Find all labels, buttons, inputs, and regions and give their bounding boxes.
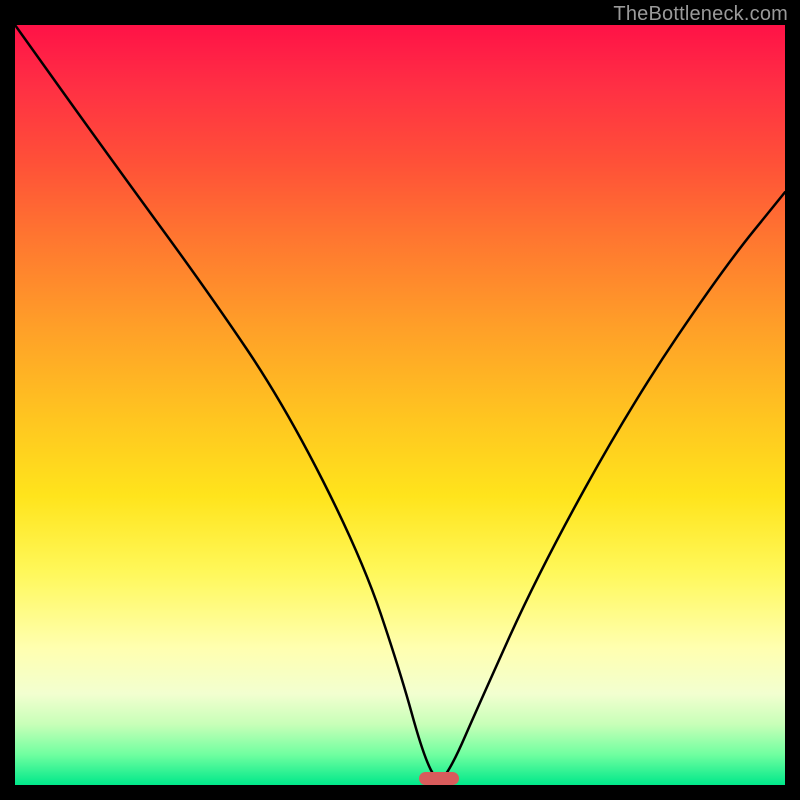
attribution-text: TheBottleneck.com [613, 3, 788, 26]
optimal-point-marker [419, 772, 459, 785]
plot-area [15, 25, 785, 785]
bottleneck-curve [15, 25, 785, 785]
chart-frame: TheBottleneck.com [0, 0, 800, 800]
